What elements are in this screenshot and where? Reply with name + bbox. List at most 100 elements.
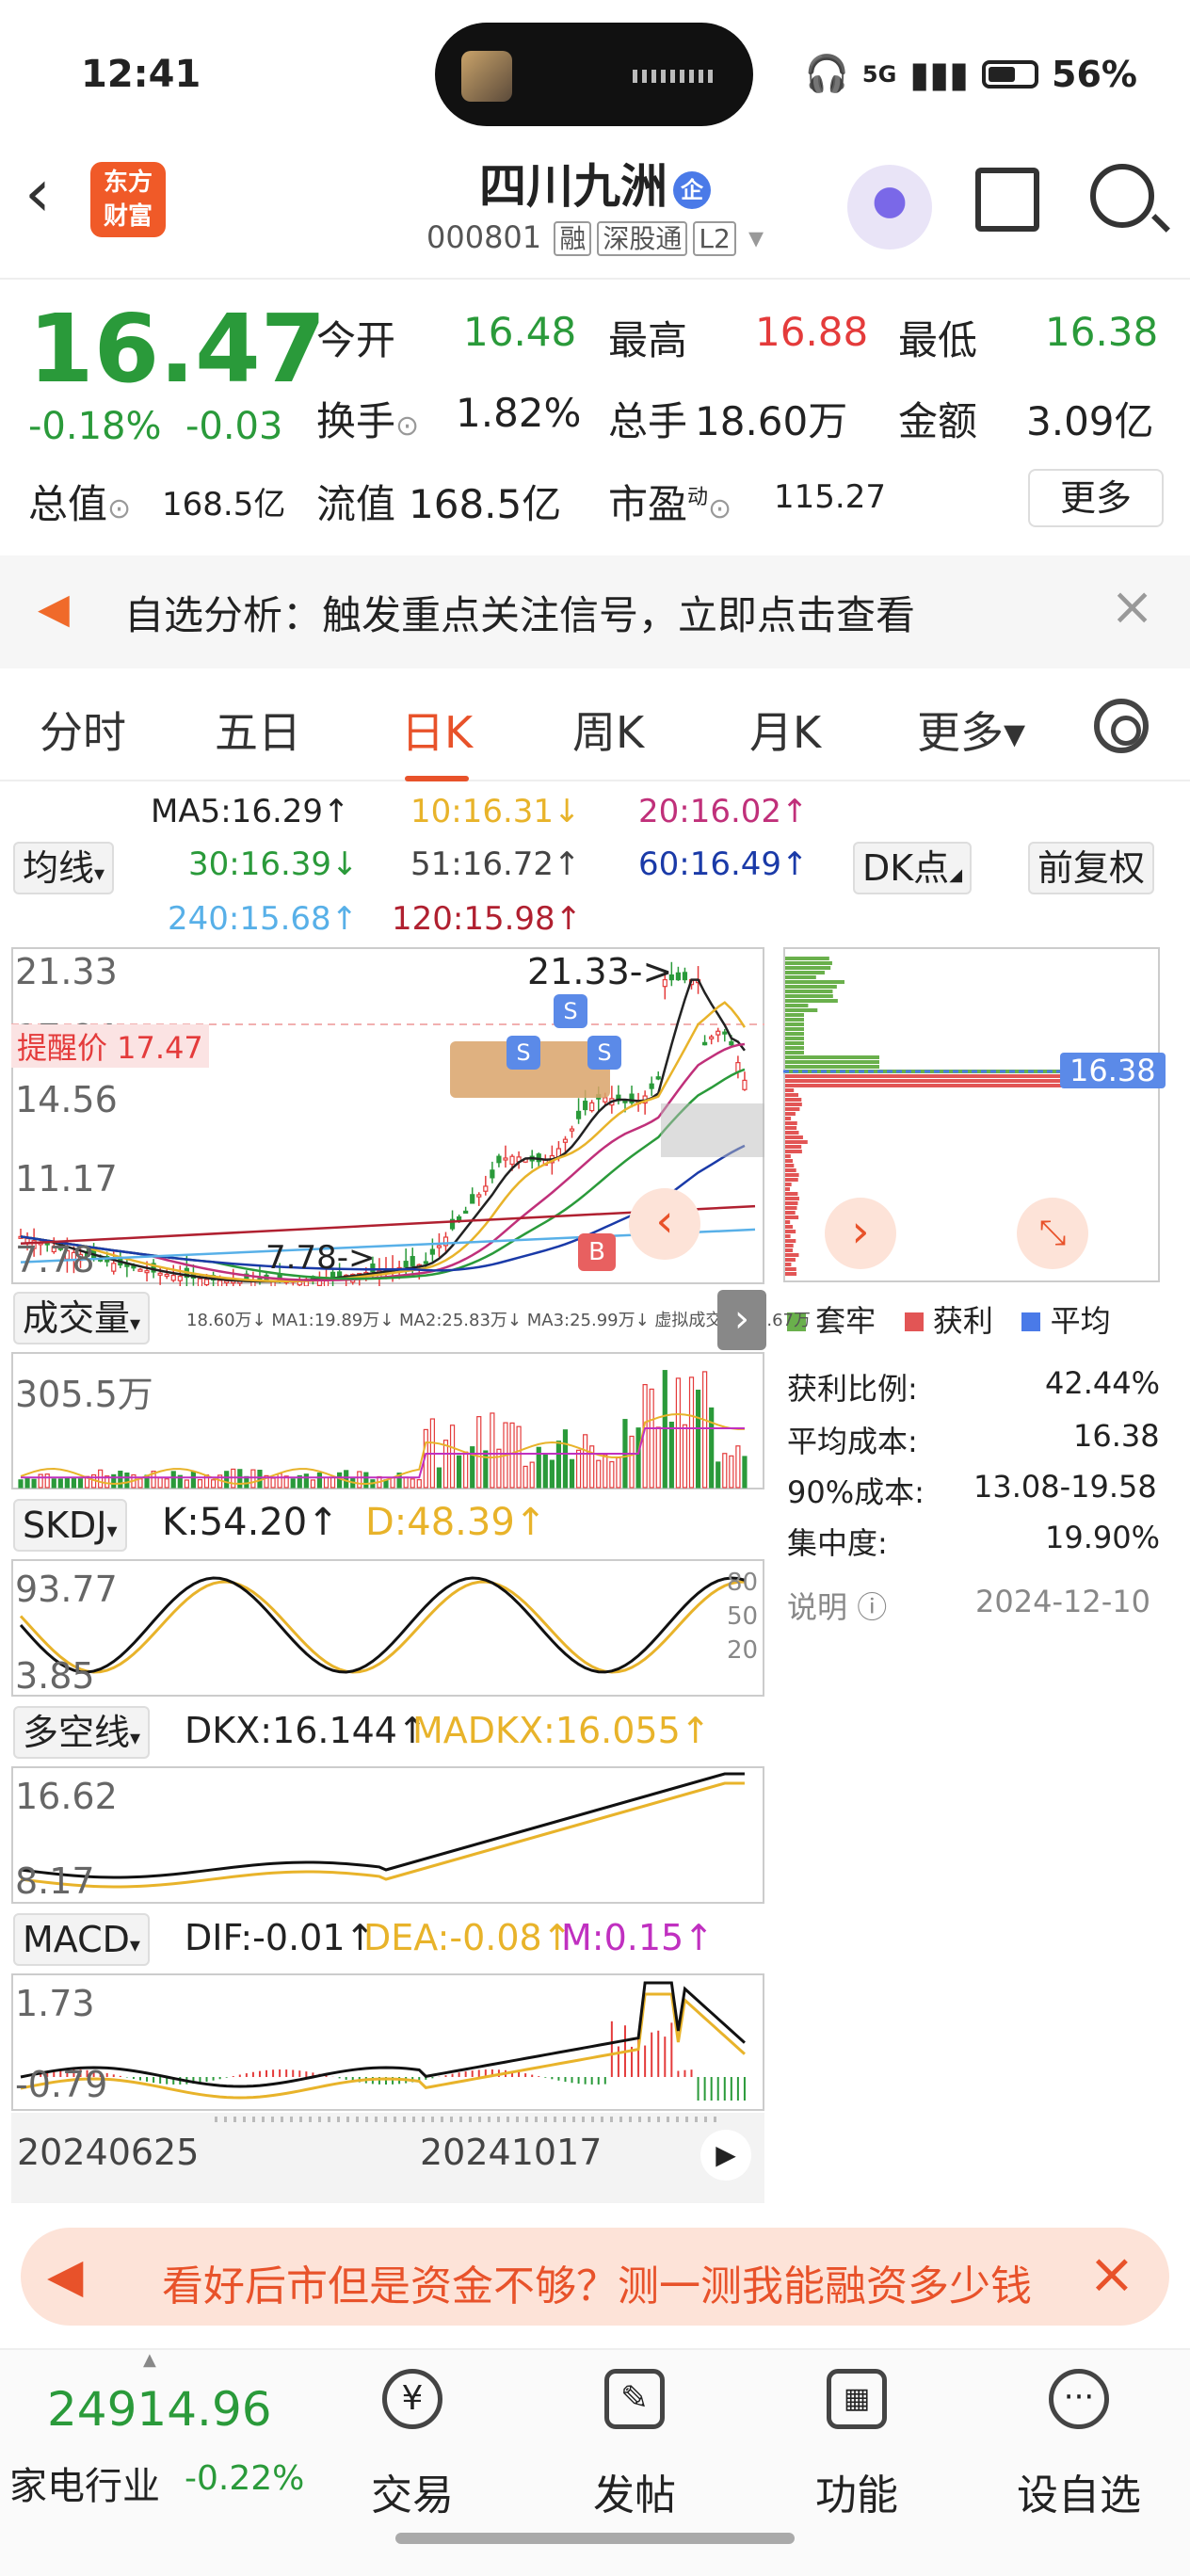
chart-left-arrow-icon[interactable]: ‹	[629, 1188, 700, 1260]
tab-daily-k[interactable]: 日K	[401, 699, 473, 781]
dynamic-island[interactable]	[435, 23, 753, 126]
chip-bar	[785, 1211, 796, 1215]
volume-bar	[184, 1479, 189, 1489]
chip-price-tag: 16.38	[1060, 1053, 1166, 1088]
alert-banner[interactable]: ◀ 自选分析：触发重点关注信号，立即点击查看 ×	[0, 555, 1190, 668]
tab-more[interactable]: 更多▾	[917, 699, 1025, 761]
date-axis[interactable]: 20240625 20241017 ▶	[11, 2113, 764, 2203]
nav-trade[interactable]: 交易	[337, 2461, 488, 2521]
chip-bar	[785, 1107, 800, 1111]
chip-bar	[785, 1022, 804, 1026]
chevron-down-icon: ▾	[129, 1934, 140, 1957]
chip-bar	[785, 1164, 795, 1167]
buy-marker-b[interactable]: B	[578, 1233, 616, 1271]
play-icon[interactable]: ▶	[700, 2130, 751, 2181]
grid-icon[interactable]: ▦	[827, 2369, 887, 2429]
candle-body	[144, 1270, 150, 1274]
volume-bar	[290, 1478, 296, 1489]
chip-note[interactable]: 说明 ⓘ	[787, 1584, 887, 1627]
nav-function[interactable]: 功能	[781, 2461, 932, 2521]
volume-bar	[44, 1473, 50, 1489]
close-icon[interactable]: ×	[1088, 2241, 1135, 2307]
chip-bar	[785, 1150, 802, 1153]
candle-body	[463, 1210, 469, 1215]
ma5-label: MA5:16.29↑	[151, 793, 350, 830]
legend-profit: 获利	[932, 1303, 993, 1339]
volume-selector[interactable]: 成交量▾	[13, 1292, 151, 1344]
high-label: 最高	[608, 317, 688, 363]
adjust-selector[interactable]: 前复权	[1028, 842, 1155, 894]
status-bar: 12:41 🎧 5G ▮▮▮ 56%	[0, 0, 1190, 151]
dkx-chart[interactable]	[11, 1766, 764, 1904]
assistant-robot-icon[interactable]	[847, 165, 932, 250]
chip-bar	[785, 1027, 804, 1031]
dkx-y-min: 8.17	[15, 1860, 95, 1902]
sell-marker-s[interactable]: S	[554, 994, 587, 1028]
info-icon[interactable]: ⊙	[708, 492, 732, 525]
share-icon[interactable]	[975, 168, 1039, 232]
float-value: 168.5亿	[409, 481, 562, 527]
pe-sup: 动	[687, 486, 709, 509]
alert-price-tag[interactable]: 提醒价 17.47	[11, 1024, 209, 1068]
nav-add-watchlist[interactable]: 设自选	[1004, 2461, 1154, 2521]
macd-selector[interactable]: MACD▾	[13, 1913, 150, 1966]
expand-icon[interactable]: ⤡	[1017, 1198, 1088, 1269]
index-value[interactable]: 24914.96	[47, 2382, 272, 2437]
volume-bar	[64, 1477, 70, 1489]
panel-next-icon[interactable]: ›	[717, 1290, 766, 1350]
info-icon[interactable]: ⊙	[395, 410, 419, 443]
tab-monthly-k[interactable]: 月K	[749, 699, 821, 761]
ma-selector[interactable]: 均线▾	[13, 842, 115, 894]
candle-body	[509, 1155, 515, 1166]
candle-body	[217, 1280, 223, 1286]
amount-label: 金额	[898, 398, 978, 444]
promo-banner[interactable]: ◀ 看好后市但是资金不够？测一测我能融资多少钱 ×	[21, 2228, 1169, 2326]
pe-value: 115.27	[774, 478, 886, 516]
volume-bar	[523, 1465, 528, 1489]
chip-bar	[785, 1037, 804, 1040]
macd-chart[interactable]	[11, 1973, 764, 2111]
change-pct: -0.18%	[28, 405, 162, 448]
tab-intraday[interactable]: 分时	[40, 699, 126, 761]
volume-bar	[562, 1429, 569, 1489]
speaker-icon: ◀	[38, 585, 70, 633]
dk-point-selector[interactable]: DK点◢	[853, 842, 973, 894]
volume-bar	[476, 1416, 482, 1489]
volume-bar	[555, 1441, 562, 1489]
more-button[interactable]: 更多	[1028, 469, 1164, 527]
mktcap-label: 总值⊙	[28, 473, 131, 530]
concentration-label: 集中度:	[787, 1525, 888, 1561]
chip-next-arrow-icon[interactable]: ›	[825, 1198, 896, 1269]
skdj-selector[interactable]: SKDJ▾	[13, 1499, 127, 1552]
amount-value: 3.09亿	[1026, 398, 1154, 444]
volume-bar	[635, 1427, 641, 1489]
skdj-chart[interactable]	[11, 1559, 764, 1697]
tab-five-day[interactable]: 五日	[215, 699, 301, 761]
index-name[interactable]: 家电行业	[9, 2455, 160, 2510]
info-icon[interactable]: ⊙	[107, 492, 131, 525]
volume-bar	[616, 1457, 621, 1489]
alert-text[interactable]: 自选分析：触发重点关注信号，立即点击查看	[124, 584, 915, 641]
chip-bar	[785, 1041, 804, 1045]
gear-icon[interactable]	[1094, 699, 1149, 753]
trade-icon[interactable]: ¥	[382, 2369, 442, 2429]
macd-y-min: -0.79	[15, 2064, 108, 2105]
volume-bar	[190, 1471, 197, 1489]
candle-body	[562, 1138, 569, 1143]
sell-marker-s[interactable]: S	[507, 1036, 540, 1070]
volume-bar	[224, 1471, 230, 1489]
tab-weekly-k[interactable]: 周K	[572, 699, 644, 761]
promo-text[interactable]: 看好后市但是资金不够？测一测我能融资多少钱	[162, 2252, 1066, 2312]
low-value: 16.38	[1045, 309, 1159, 355]
search-icon[interactable]	[1090, 164, 1154, 228]
nav-post[interactable]: 发帖	[559, 2461, 710, 2521]
close-icon[interactable]: ×	[1110, 576, 1154, 637]
candle-body	[157, 1272, 163, 1276]
more-dots-icon[interactable]: ···	[1049, 2369, 1109, 2429]
dkx-selector[interactable]: 多空线▾	[13, 1706, 151, 1759]
sell-marker-s[interactable]: S	[587, 1036, 621, 1070]
chip-bar	[785, 1173, 799, 1177]
compose-icon[interactable]: ✎	[604, 2369, 665, 2429]
profit-swatch	[904, 1312, 924, 1331]
volume-bar	[231, 1468, 236, 1489]
